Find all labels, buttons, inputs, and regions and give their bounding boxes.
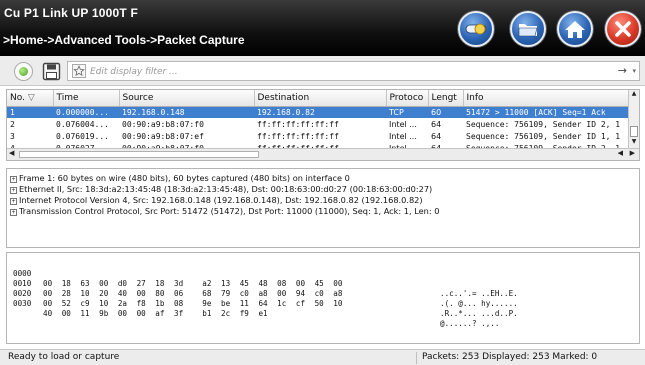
- packet-length: 60: [428, 106, 463, 118]
- packet-details-pane: + Frame 1: 60 bytes on wire (480 bits), 6…: [6, 168, 640, 248]
- col-header-no[interactable]: No. ▽: [7, 90, 54, 107]
- close-button[interactable]: [605, 11, 641, 47]
- packet-no: 1: [7, 106, 53, 118]
- hex-bytes: 40 00 11 9b 00 00 af 3f b1 2c f9 e1: [43, 309, 268, 318]
- packet-bytes-pane: 0000 00 18 63 00 d0 27 18 3d a2 13 45 48…: [6, 252, 640, 344]
- hex-bytes: 00 52 c9 10 2a f8 1b 08 9e be 11 64 1c c…: [43, 299, 343, 308]
- filter-dropdown-icon[interactable]: ▾: [632, 67, 636, 75]
- save-icon[interactable]: [42, 62, 61, 81]
- detail-tree-item[interactable]: + Ethernet II, Src: 18:3d:a2:13:45:48 (18…: [7, 184, 639, 195]
- packet-row[interactable]: 3 0.076019... 00:90:a9:b8:07:ef ff:ff:ff…: [7, 130, 629, 142]
- scrollbar-thumb[interactable]: [19, 151, 259, 158]
- scroll-down-icon[interactable]: ▼: [630, 138, 638, 145]
- hex-ascii: .(. @... hy......: [440, 299, 518, 308]
- apply-filter-arrow-icon[interactable]: →: [618, 64, 627, 77]
- scrollbar-thumb[interactable]: [630, 126, 638, 137]
- scroll-right-icon[interactable]: ▶: [630, 149, 635, 157]
- packet-row[interactable]: 2 0.076004... 00:90:a9:b8:07:f0 ff:ff:ff…: [7, 118, 629, 130]
- col-header-time[interactable]: Time: [53, 90, 120, 107]
- hex-ascii: @......? .,..: [440, 319, 500, 328]
- hex-ascii: .R..*... ...d..P.: [440, 309, 518, 318]
- expand-icon[interactable]: +: [10, 187, 17, 194]
- start-capture-icon: [19, 67, 28, 76]
- packet-time: 0.076004...: [56, 119, 109, 129]
- packet-counts: Packets: 253 Displayed: 253 Marked: 0: [422, 352, 598, 362]
- packet-source: 00:90:a9:b8:07:ef: [122, 131, 204, 141]
- hex-row: 0000 00 18 63 00 d0 27 18 3d a2 13 45 48…: [7, 259, 639, 298]
- packet-protocol: TCP: [386, 106, 428, 118]
- col-header-source[interactable]: Source: [119, 90, 255, 107]
- hex-row: 0020 00 52 c9 10 2a f8 1b 08 9e be 11 64…: [7, 279, 639, 318]
- toolbar: → ▾: [0, 56, 645, 86]
- packet-list-pane: No. ▽ Time Source Destination Protoco Le…: [6, 89, 640, 161]
- close-icon: [615, 21, 631, 37]
- col-header-info[interactable]: Info: [463, 90, 630, 107]
- detail-tree-item[interactable]: + Frame 1: 60 bytes on wire (480 bits), 6…: [7, 173, 639, 184]
- packet-no: 2: [10, 119, 15, 129]
- home-button[interactable]: [557, 11, 593, 47]
- packet-info: Sequence: 756109, Sender ID 1, 1: [466, 131, 621, 141]
- scroll-left-icon[interactable]: ◀: [9, 149, 14, 157]
- packet-info: Sequence: 756109, Sender ID 2, 1: [466, 119, 621, 129]
- col-header-protocol[interactable]: Protoco: [386, 90, 429, 107]
- col-header-destination[interactable]: Destination: [254, 90, 387, 107]
- expand-icon[interactable]: +: [10, 176, 17, 183]
- start-capture-button[interactable]: [14, 62, 33, 81]
- status-divider: [416, 352, 417, 364]
- hex-row: 0030 40 00 11 9b 00 00 af 3f b1 2c f9 e1…: [7, 289, 639, 328]
- packet-destination: 192.168.0.82: [254, 106, 386, 118]
- packet-length: 64: [431, 131, 442, 141]
- scroll-left-icon[interactable]: ◀: [618, 149, 623, 157]
- packet-length: 64: [431, 119, 442, 129]
- packet-row[interactable]: 1 0.000000... 192.168.0.148 192.168.0.82…: [7, 106, 629, 118]
- detail-tree-item[interactable]: + Transmission Control Protocol, Src Port…: [7, 206, 639, 217]
- breadcrumb[interactable]: >Home->Advanced Tools->Packet Capture: [3, 33, 245, 47]
- expand-icon[interactable]: +: [10, 198, 17, 205]
- folder-icon: [518, 24, 538, 37]
- detail-tree-item[interactable]: + Internet Protocol Version 4, Src: 192.1…: [7, 195, 639, 206]
- hex-row: 0010 00 28 10 20 40 00 80 06 68 79 c0 a8…: [7, 269, 639, 308]
- display-filter-field[interactable]: → ▾: [67, 61, 640, 81]
- display-filter-input[interactable]: [90, 65, 590, 78]
- toggle-button[interactable]: [458, 11, 494, 47]
- link-status-title: Cu P1 Link UP 1000T F: [4, 6, 139, 20]
- toggle-icon: [465, 23, 487, 35]
- packet-time: 0.000000...: [53, 106, 119, 118]
- app-header: Cu P1 Link UP 1000T F >Home->Advanced To…: [0, 0, 645, 56]
- packet-source: 192.168.0.148: [119, 106, 254, 118]
- packet-protocol: Intel ...: [389, 131, 417, 141]
- expand-icon[interactable]: +: [10, 209, 17, 216]
- status-bar: Ready to load or capture Packets: 253 Di…: [0, 349, 645, 365]
- packet-info: 51472 > 11000 [ACK] Seq=1 Ack: [463, 106, 629, 118]
- status-message: Ready to load or capture: [8, 352, 120, 362]
- packet-list-table: No. ▽ Time Source Destination Protoco Le…: [7, 90, 630, 154]
- col-header-length[interactable]: Lengt: [428, 90, 464, 107]
- packet-protocol: Intel ...: [389, 119, 417, 129]
- hex-offset: 0030: [13, 299, 32, 308]
- packet-source: 00:90:a9:b8:07:f0: [122, 119, 204, 129]
- packet-destination: ff:ff:ff:ff:ff:ff: [257, 131, 339, 141]
- packet-list-horizontal-scrollbar[interactable]: ◀ ◀ ▶: [7, 148, 639, 160]
- scroll-up-icon[interactable]: ▲: [630, 90, 638, 97]
- home-icon: [565, 21, 585, 38]
- packet-destination: ff:ff:ff:ff:ff:ff: [257, 119, 339, 129]
- bookmark-icon[interactable]: [72, 64, 86, 78]
- packet-time: 0.076019...: [56, 131, 109, 141]
- packet-list-vertical-scrollbar[interactable]: ▲ ▼: [628, 90, 639, 148]
- folder-button[interactable]: [510, 11, 546, 47]
- packet-no: 3: [10, 131, 15, 141]
